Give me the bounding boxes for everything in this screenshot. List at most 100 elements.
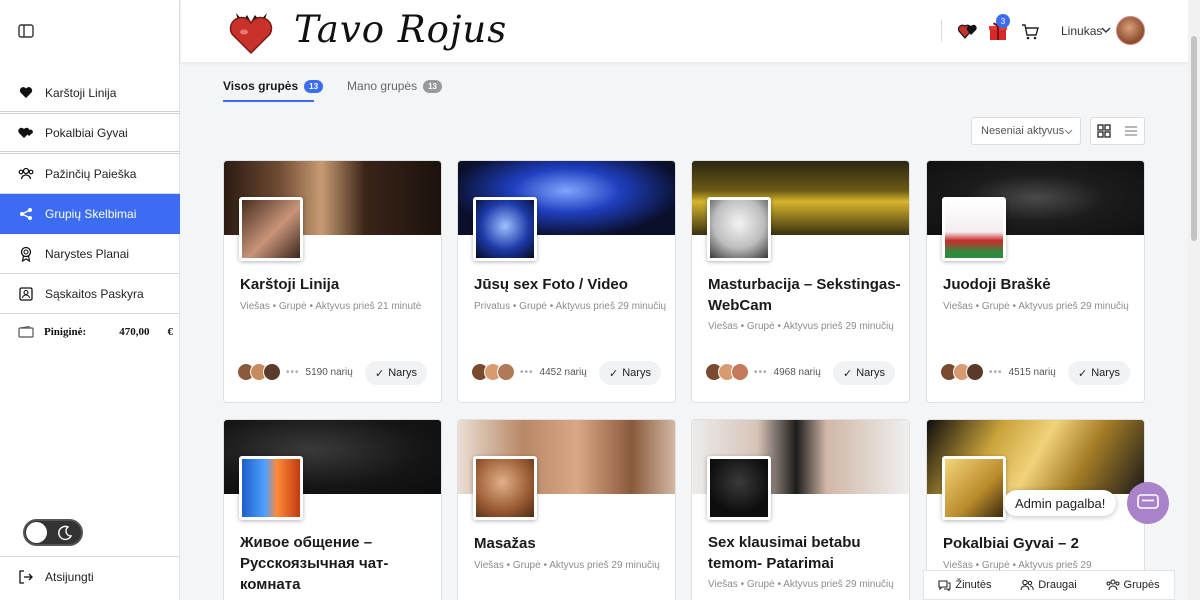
tab-mano-grupes[interactable]: Mano grupės 13: [347, 76, 442, 96]
group-card[interactable]: Karštoji Linija Viešas • Grupė • Aktyvus…: [223, 160, 442, 403]
chat-icon: [1137, 494, 1159, 509]
cart-icon[interactable]: [1019, 20, 1041, 42]
more-members-icon: •••: [520, 366, 534, 378]
account-icon: [18, 286, 34, 302]
sidebar: Karštoji Linija Pokalbiai Gyvai Pažinčių…: [0, 0, 180, 600]
group-card[interactable]: Живое общение – Русскоязычная чат-комнат…: [223, 419, 442, 600]
sort-select[interactable]: Neseniai aktyvus: [971, 117, 1081, 145]
check-icon: ✓: [843, 367, 853, 380]
group-card[interactable]: Masturbacija – Sekstingas-WebCam Viešas …: [691, 160, 910, 403]
sidebar-toggle-icon[interactable]: [18, 24, 34, 38]
dark-mode-toggle[interactable]: [23, 519, 83, 546]
page-scrollbar[interactable]: [1188, 0, 1200, 600]
user-name[interactable]: Linukas: [1061, 24, 1102, 38]
group-card[interactable]: Juodoji Braškė Viešas • Grupė • Aktyvus …: [926, 160, 1145, 403]
group-title[interactable]: Pokalbiai Gyvai – 2: [943, 533, 1138, 554]
bottom-bar-messages[interactable]: Žinutės: [938, 579, 991, 591]
group-title[interactable]: Jūsų sex Foto / Video: [474, 274, 669, 295]
wallet-currency: €: [167, 326, 174, 338]
gift-badge: 3: [996, 14, 1010, 28]
check-icon: ✓: [1078, 367, 1088, 380]
grid-view-button[interactable]: [1091, 118, 1118, 144]
member-avatar: [263, 363, 281, 381]
group-card[interactable]: Masažas Viešas • Grupė • Aktyvus prieš 2…: [457, 419, 676, 600]
group-avatar[interactable]: [239, 456, 303, 520]
friends-icon: [1020, 579, 1034, 591]
member-avatar: [731, 363, 749, 381]
sidebar-item-karstoji-linija[interactable]: Karštoji Linija: [0, 74, 180, 114]
sidebar-item-narystes-planai[interactable]: Narystes Planai: [0, 234, 180, 274]
bottom-bar-label: Draugai: [1038, 579, 1077, 591]
member-button[interactable]: ✓ Narys: [599, 361, 661, 385]
group-tabs: Visos grupės 13 Mano grupės 13: [223, 76, 466, 102]
group-title[interactable]: Masturbacija – Sekstingas-WebCam: [708, 274, 903, 316]
member-button[interactable]: ✓ Narys: [1068, 361, 1130, 385]
sidebar-item-label: Pokalbiai Gyvai: [45, 125, 128, 140]
moon-icon: [58, 525, 73, 541]
member-button[interactable]: ✓ Narys: [365, 361, 427, 385]
more-members-icon: •••: [754, 366, 768, 378]
list-view-button[interactable]: [1118, 118, 1145, 144]
top-header: Tavo Rojus 3 Linukas: [181, 0, 1188, 62]
group-avatar[interactable]: [473, 197, 537, 261]
bottom-bar-friends[interactable]: Draugai: [1020, 579, 1077, 591]
scroll-thumb[interactable]: [1191, 36, 1197, 241]
group-meta: Viešas • Grupė • Aktyvus prieš 21 minutė: [240, 301, 422, 312]
chevron-down-icon[interactable]: [1100, 24, 1112, 36]
chevron-down-icon: [1064, 129, 1073, 135]
group-card[interactable]: Jūsų sex Foto / Video Privatus • Grupė •…: [457, 160, 676, 403]
badge-icon: [18, 246, 34, 262]
bottom-bar-groups[interactable]: Grupės: [1106, 579, 1160, 591]
group-title[interactable]: Juodoji Braškė: [943, 274, 1138, 295]
sort-selected-value: Neseniai aktyvus: [981, 125, 1065, 137]
tab-count-badge: 13: [304, 79, 324, 93]
active-tab-underline: [223, 100, 314, 102]
group-avatar[interactable]: [942, 456, 1006, 520]
heart-icon: [18, 85, 34, 101]
bottom-quick-bar: Žinutės Draugai Grupės: [923, 570, 1175, 600]
sidebar-item-grupiu-skelbimai[interactable]: Grupių Skelbimai: [0, 194, 180, 234]
member-button[interactable]: ✓ Narys: [833, 361, 895, 385]
group-title[interactable]: Sex klausimai betabu temom- Patarimai: [708, 532, 903, 574]
member-button-label: Narys: [856, 367, 885, 379]
users-icon: [18, 166, 34, 182]
tab-visos-grupes[interactable]: Visos grupės 13: [223, 76, 324, 96]
group-card[interactable]: Sex klausimai betabu temom- Patarimai Vi…: [691, 419, 910, 600]
sidebar-item-label: Grupių Skelbimai: [45, 206, 137, 221]
group-avatar[interactable]: [473, 456, 537, 520]
list-icon: [1124, 126, 1137, 136]
sidebar-item-pokalbiai-gyvai[interactable]: Pokalbiai Gyvai: [0, 114, 180, 154]
member-button-label: Narys: [622, 367, 651, 379]
group-avatar[interactable]: [707, 456, 771, 520]
chat-launcher-button[interactable]: [1127, 482, 1169, 524]
sidebar-item-pazinciu-paieska[interactable]: Pažinčių Paieška: [0, 154, 180, 194]
group-title[interactable]: Живое общение – Русскоязычная чат-комнат…: [240, 532, 435, 595]
group-members: ••• 4968 narių: [705, 363, 821, 381]
group-members: ••• 5190 narių: [237, 363, 353, 381]
user-avatar[interactable]: [1116, 16, 1145, 45]
wallet-icon: [18, 326, 34, 338]
group-title[interactable]: Masažas: [474, 533, 669, 554]
share-icon: [18, 206, 34, 222]
toggle-knob: [26, 522, 47, 543]
member-count: 5190 narių: [305, 366, 353, 378]
site-logo-text[interactable]: Tavo Rojus: [294, 8, 507, 51]
logo-heart-icon[interactable]: [227, 7, 275, 57]
group-avatar[interactable]: [239, 197, 303, 261]
logout-button[interactable]: Atsijungti: [0, 556, 180, 596]
member-button-label: Narys: [388, 367, 417, 379]
grid-icon: [1097, 124, 1111, 138]
sidebar-menu: Karštoji Linija Pokalbiai Gyvai Pažinčių…: [0, 74, 180, 314]
member-button-label: Narys: [1091, 367, 1120, 379]
group-avatar[interactable]: [942, 197, 1006, 261]
group-title[interactable]: Karštoji Linija: [240, 274, 435, 295]
hearts-notification-icon[interactable]: [957, 20, 979, 42]
member-avatar: [966, 363, 984, 381]
admin-help-chip[interactable]: Admin pagalba!: [1004, 490, 1117, 516]
group-avatar[interactable]: [707, 197, 771, 261]
sidebar-item-saskaitos-paskyra[interactable]: Sąskaitos Paskyra: [0, 274, 180, 314]
more-members-icon: •••: [989, 366, 1003, 378]
group-members: ••• 4452 narių: [471, 363, 587, 381]
wallet-label: Piniginė:: [44, 326, 87, 338]
member-count: 4515 narių: [1008, 366, 1056, 378]
